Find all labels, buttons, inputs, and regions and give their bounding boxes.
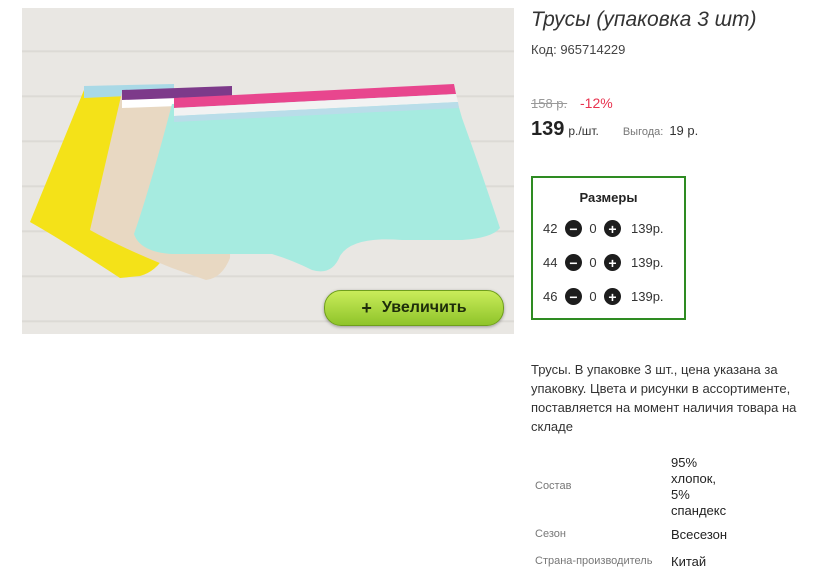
old-price: 158 р. xyxy=(531,96,568,111)
minus-circle-icon[interactable]: − xyxy=(565,254,582,271)
spec-value-line: спандекс xyxy=(671,503,727,518)
spec-value-line: Всесезон xyxy=(671,527,728,542)
spec-value: Китай xyxy=(671,554,706,570)
spec-value-line: 5% xyxy=(671,487,690,502)
product-photo-illustration xyxy=(30,84,500,280)
spec-label: Страна-производитель xyxy=(535,555,653,567)
spec-value-line: 95% xyxy=(671,455,698,470)
plus-circle-icon[interactable]: + xyxy=(604,288,621,305)
size-row: 42 − 0 + 139р. xyxy=(543,220,664,237)
plus-circle-icon[interactable]: + xyxy=(604,220,621,237)
sizes-title: Размеры xyxy=(579,190,638,205)
size-row: 44 − 0 + 139р. xyxy=(543,254,664,271)
benefit-value: 19 р. xyxy=(669,123,699,138)
spec-value: Всесезон xyxy=(671,527,727,543)
zoom-button-label: Увеличить xyxy=(381,299,467,316)
size-row: 46 − 0 + 139р. xyxy=(543,288,664,305)
size-label: 46 xyxy=(543,289,558,304)
size-price: 139р. xyxy=(631,289,664,304)
sizes-panel: Размеры 42 − 0 + 139р. 44 − 0 + 139р. 46… xyxy=(531,176,686,320)
size-price: 139р. xyxy=(631,255,664,270)
zoom-button[interactable]: + Увеличить xyxy=(324,290,504,326)
spec-label: Сезон xyxy=(535,528,566,540)
discount-badge: -12% xyxy=(580,95,613,111)
plus-circle-icon[interactable]: + xyxy=(604,254,621,271)
price-row: 139 р./шт. Выгода: 19 р. xyxy=(531,118,698,141)
minus-circle-icon[interactable]: − xyxy=(565,220,582,237)
price-unit: р./шт. xyxy=(568,124,599,138)
size-price: 139р. xyxy=(631,221,664,236)
price-value: 139 xyxy=(531,118,565,140)
size-label: 42 xyxy=(543,221,558,236)
quantity-value[interactable]: 0 xyxy=(582,289,604,304)
benefit-label: Выгода: xyxy=(622,126,664,138)
product-code: Код: 965714229 xyxy=(531,42,626,57)
quantity-value[interactable]: 0 xyxy=(582,255,604,270)
size-label: 44 xyxy=(543,255,558,270)
product-description: Трусы. В упаковке 3 шт., цена указана за… xyxy=(531,362,797,434)
plus-icon: + xyxy=(361,297,372,318)
product-image[interactable]: + Увеличить xyxy=(22,8,514,334)
minus-circle-icon[interactable]: − xyxy=(565,288,582,305)
quantity-value[interactable]: 0 xyxy=(582,221,604,236)
product-title: Трусы (упаковка 3 шт) xyxy=(531,8,757,31)
spec-label: Состав xyxy=(535,480,572,492)
spec-value: 95% хлопок, 5% спандекс xyxy=(671,455,726,519)
spec-value-line: хлопок, xyxy=(671,471,717,486)
spec-value-line: Китай xyxy=(671,554,707,569)
